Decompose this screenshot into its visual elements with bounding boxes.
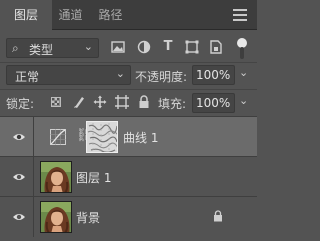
filter-kind-label: 类型 (29, 43, 54, 57)
tab-paths[interactable]: 路径 (92, 0, 129, 30)
opacity-input[interactable]: 100% (192, 65, 235, 85)
tab-channels[interactable]: 通道 (52, 0, 89, 30)
filter-toggle[interactable] (237, 38, 247, 60)
layer-thumbnail[interactable] (40, 161, 72, 193)
toggle-track (240, 47, 244, 59)
chevron-down-icon: ⌄ (115, 67, 125, 80)
divider (0, 89, 257, 90)
lock-label: 锁定: (6, 97, 35, 111)
visibility-eye-icon[interactable] (12, 170, 26, 184)
opacity-chevron-icon[interactable]: ⌄ (239, 66, 248, 79)
blend-mode-dropdown[interactable]: 正常 ⌄ (6, 65, 131, 85)
tab-layers[interactable]: 图层 (0, 0, 52, 31)
layer-name[interactable]: 背景 (76, 209, 100, 226)
visibility-column-divider (33, 157, 34, 197)
lock-image-pixels-icon[interactable] (72, 95, 86, 109)
type-filter-icon[interactable]: T (161, 40, 175, 54)
filter-kind-dropdown[interactable]: ⌕ 类型 ⌄ (6, 38, 99, 58)
visibility-eye-icon[interactable] (12, 210, 26, 224)
layer-name[interactable]: 曲线 1 (123, 129, 158, 146)
lock-all-icon[interactable] (137, 95, 151, 109)
layer-row-layer1[interactable]: 图层 1 (0, 157, 257, 197)
blend-mode-value: 正常 (15, 70, 40, 84)
layer-name[interactable]: 图层 1 (76, 169, 111, 186)
lock-artboard-icon[interactable] (115, 95, 129, 109)
search-icon: ⌕ (12, 41, 19, 55)
fill-label: 填充: (158, 97, 187, 111)
panel-tab-bar: 图层 通道 路径 (0, 0, 257, 31)
fill-input[interactable]: 100% (192, 93, 235, 113)
lock-transparent-pixels-icon[interactable] (51, 97, 61, 107)
layer-row-curves[interactable]: ⛓ 曲线 1 (0, 117, 257, 157)
divider (0, 62, 257, 63)
layer-lock-icon (214, 210, 222, 222)
chevron-down-icon: ⌄ (83, 40, 93, 53)
layer-mask-thumbnail[interactable] (86, 121, 118, 153)
visibility-eye-icon[interactable] (12, 130, 26, 144)
visibility-column-divider (33, 197, 34, 237)
layer-row-background[interactable]: 背景 (0, 197, 257, 237)
adjustment-filter-icon[interactable] (137, 40, 151, 54)
fill-chevron-icon[interactable]: ⌄ (239, 94, 248, 107)
panel-menu-icon[interactable] (233, 9, 247, 21)
smart-object-filter-icon[interactable] (209, 40, 223, 54)
curves-adjustment-icon[interactable] (50, 129, 66, 145)
opacity-label: 不透明度: (135, 70, 188, 84)
image-filter-icon[interactable] (111, 40, 125, 54)
lock-position-icon[interactable] (93, 95, 107, 109)
visibility-column-divider (33, 117, 34, 157)
shape-filter-icon[interactable] (185, 40, 199, 54)
layer-thumbnail[interactable] (40, 201, 72, 233)
